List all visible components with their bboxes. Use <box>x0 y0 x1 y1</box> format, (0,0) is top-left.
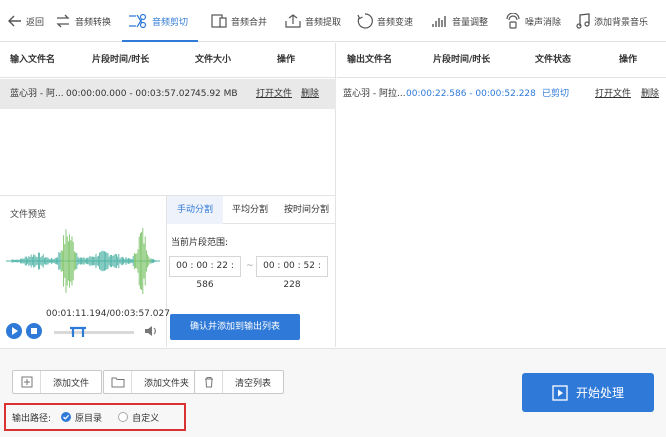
radio-custom-dir[interactable]: 自定义 <box>118 411 159 424</box>
speed-icon <box>357 13 373 29</box>
add-file-icon <box>13 371 41 393</box>
tab-audio-speed[interactable]: 音频变速 <box>357 0 413 42</box>
stop-icon <box>31 328 37 334</box>
radio-original-label: 原目录 <box>75 413 103 424</box>
output-path-group: 输出路径: 原目录 自定义 <box>4 403 186 431</box>
active-tab-indicator <box>122 40 198 42</box>
range-label: 当前片段范围: <box>171 238 229 248</box>
output-header-status: 文件状态 <box>535 55 572 65</box>
audio-speed-label: 音频变速 <box>377 17 414 28</box>
output-header-name: 输出文件名 <box>347 55 393 65</box>
audio-convert-label: 音频转换 <box>75 17 112 28</box>
play-button[interactable] <box>6 323 22 339</box>
add-folder-icon <box>104 371 132 393</box>
tab-volume-adjust[interactable]: 音量调整 <box>432 0 488 42</box>
extract-icon <box>285 14 301 28</box>
tab-audio-extract[interactable]: 音频提取 <box>285 0 341 42</box>
start-processing-button[interactable]: 开始处理 <box>522 373 654 412</box>
clear-list-label: 清空列表 <box>235 378 272 389</box>
input-file-size: 45.92 MB <box>195 89 238 99</box>
table-row[interactable]: 蓝心羽 - 阿拉... 00:00:22.586 - 00:00:52.228 … <box>337 79 666 109</box>
output-file-status: 已剪切 <box>542 89 570 99</box>
output-path-label: 输出路径: <box>12 413 52 424</box>
tab-audio-convert[interactable]: 音频转换 <box>55 0 111 42</box>
tab-time-split[interactable]: 按时间分割 <box>277 196 336 224</box>
confirm-add-output-button[interactable]: 确认并添加到输出列表 <box>170 314 300 340</box>
convert-arrows-icon <box>56 14 70 28</box>
split-tabs: 手动分割 平均分割 按时间分割 <box>167 196 336 224</box>
playback-time: 00:01:11.194/00:03:57.027 <box>46 309 170 319</box>
tab-audio-cut[interactable]: 音频剪切 <box>128 0 188 42</box>
delete-link[interactable]: 删除 <box>301 79 319 109</box>
volume-bars-icon <box>432 16 446 27</box>
start-processing-label: 开始处理 <box>575 386 624 400</box>
input-header-time: 片段时间/时长 <box>92 55 150 65</box>
range-separator: ~ <box>246 261 254 271</box>
output-file-name: 蓝心羽 - 阿拉... <box>343 89 406 99</box>
radio-original-dir[interactable]: 原目录 <box>61 411 102 424</box>
output-file-time: 00:00:22.586 - 00:00:52.228 <box>406 89 536 99</box>
open-file-link[interactable]: 打开文件 <box>256 79 292 109</box>
input-header-size: 文件大小 <box>195 55 232 65</box>
volume-icon[interactable] <box>144 324 158 338</box>
trash-icon <box>195 371 223 393</box>
back-arrow-icon <box>8 15 21 27</box>
table-row[interactable]: 蓝心羽 - 阿... 00:00:00.000 - 00:03:57.027 4… <box>0 79 336 109</box>
back-button[interactable]: 返回 <box>8 0 44 42</box>
add-file-button[interactable]: 添加文件 <box>12 370 103 394</box>
output-header-divider <box>337 77 666 78</box>
input-file-name: 蓝心羽 - 阿... <box>10 89 64 99</box>
add-file-label: 添加文件 <box>53 378 90 389</box>
play-square-icon <box>552 384 568 401</box>
toolbar: 返回 音频转换 音频剪切 音频合并 音频提取 音频变速 音量调整 噪声消除 添加… <box>0 0 666 42</box>
add-bg-music-label: 添加背景音乐 <box>594 17 649 28</box>
open-output-file-link[interactable]: 打开文件 <box>595 79 631 109</box>
input-header-actions: 操作 <box>277 55 296 65</box>
add-folder-label: 添加文件夹 <box>144 378 190 389</box>
back-label: 返回 <box>26 17 45 28</box>
tab-audio-merge[interactable]: 音频合并 <box>211 0 267 42</box>
radio-unchecked-icon <box>118 412 129 422</box>
volume-adjust-label: 音量调整 <box>452 17 489 28</box>
tab-noise-removal[interactable]: 噪声消除 <box>505 0 561 42</box>
start-time-input[interactable]: 00 : 00 : 22 : 586 <box>169 256 241 290</box>
scissors-icon <box>129 13 147 29</box>
input-panel: 输入文件名 片段时间/时长 文件大小 操作 蓝心羽 - 阿... 00:00:0… <box>0 43 336 347</box>
waveform <box>6 218 160 300</box>
audio-cut-label: 音频剪切 <box>152 17 189 28</box>
play-icon <box>12 327 18 335</box>
merge-icon <box>211 14 227 28</box>
add-folder-button[interactable]: 添加文件夹 <box>103 370 203 394</box>
end-time-input[interactable]: 00 : 00 : 52 : 228 <box>256 256 328 290</box>
playback-handle[interactable] <box>68 326 88 338</box>
radio-checked-icon <box>61 412 72 422</box>
stop-button[interactable] <box>26 323 42 339</box>
input-header-name: 输入文件名 <box>10 55 56 65</box>
output-panel: 输出文件名 片段时间/时长 文件状态 操作 蓝心羽 - 阿拉... 00:00:… <box>337 43 666 347</box>
delete-output-link[interactable]: 删除 <box>641 79 659 109</box>
audio-merge-label: 音频合并 <box>231 17 268 28</box>
output-header-actions: 操作 <box>619 55 638 65</box>
tab-add-bg-music[interactable]: 添加背景音乐 <box>576 0 648 42</box>
radio-custom-label: 自定义 <box>132 413 160 424</box>
clear-list-button[interactable]: 清空列表 <box>194 370 285 394</box>
output-header-time: 片段时间/时长 <box>433 55 491 65</box>
noise-icon <box>506 13 520 29</box>
input-header-divider <box>0 77 336 78</box>
music-note-icon <box>576 13 590 29</box>
input-file-time: 00:00:00.000 - 00:03:57.027 <box>66 89 196 99</box>
audio-extract-label: 音频提取 <box>305 17 342 28</box>
playback-progress-track[interactable] <box>54 331 134 334</box>
tab-manual-split[interactable]: 手动分割 <box>167 196 223 224</box>
tab-average-split[interactable]: 平均分割 <box>223 196 277 224</box>
noise-removal-label: 噪声消除 <box>525 17 562 28</box>
